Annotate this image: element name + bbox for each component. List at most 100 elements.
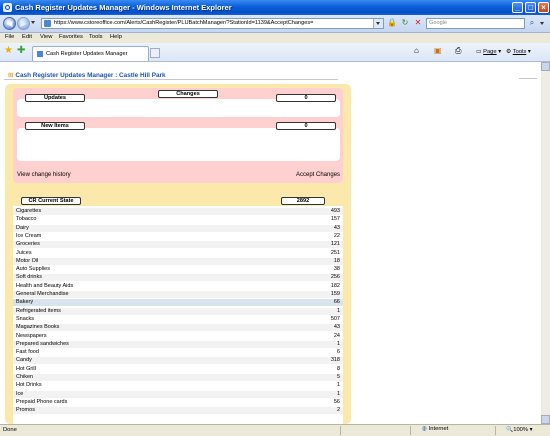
lock-icon[interactable]: 🔒 <box>387 18 397 28</box>
category-name: Cigarettes <box>16 208 42 214</box>
category-row: Groceries 121 <box>13 241 343 249</box>
category-row: Refrigerated items 1 <box>13 307 343 315</box>
search-options-icon[interactable] <box>540 22 544 25</box>
category-count: 38 <box>333 266 340 273</box>
category-name: Fast food <box>16 349 39 356</box>
home-icon[interactable]: ⌂ <box>414 46 419 55</box>
close-window-button[interactable]: × <box>538 2 549 13</box>
category-count: 43 <box>333 224 340 231</box>
search-icon[interactable]: ⌕ <box>527 18 537 28</box>
category-row: Dairy 43 <box>13 224 343 232</box>
category-name: Hot Grill <box>16 365 36 372</box>
maximize-button[interactable]: □ <box>525 2 536 13</box>
page-menu[interactable]: ▭ Page ▾ <box>476 49 501 55</box>
category-name: Ice <box>16 390 24 397</box>
category-row: Snacks 507 <box>13 316 343 323</box>
favorites-star-icon[interactable]: ★ <box>4 46 13 56</box>
security-zone[interactable]: ◍ Internet <box>422 426 448 432</box>
category-name: Chiken <box>16 374 34 380</box>
minimize-button[interactable]: _ <box>512 2 523 13</box>
status-divider <box>410 426 411 435</box>
add-favorite-icon[interactable]: ✚ <box>17 46 25 56</box>
menu-edit[interactable]: Edit <box>22 34 32 40</box>
category-count: 256 <box>330 274 340 281</box>
zoom-control[interactable]: 🔍100% ▾ <box>506 427 533 433</box>
menu-view[interactable]: View <box>40 34 52 40</box>
window-title-bar: Cash Register Updates Manager - Windows … <box>0 0 550 15</box>
title-bullet-icon: ⊞ <box>8 72 14 79</box>
category-row: Magazines Books 43 <box>13 324 343 332</box>
page-menu-label: Page <box>483 49 497 55</box>
menu-bar: File Edit View Favorites Tools Help <box>0 33 550 43</box>
category-row: Auto Supplies 38 <box>13 266 343 273</box>
tab-cash-register[interactable]: Cash Register Updates Manager <box>32 46 149 61</box>
category-name: Ice Cream <box>16 232 42 239</box>
menu-help[interactable]: Help <box>110 34 122 40</box>
category-row: Chiken 5 <box>13 374 343 381</box>
menu-favorites[interactable]: Favorites <box>59 34 83 40</box>
history-dropdown-icon[interactable] <box>31 21 35 24</box>
category-row: Candy 318 <box>13 357 343 365</box>
category-name: Bakery <box>16 299 34 306</box>
address-url[interactable]: https://www.cstoreoffice.com/Alerts/Cash… <box>54 20 364 26</box>
title-divider-right <box>519 78 537 79</box>
category-name: Juices <box>16 249 32 256</box>
back-button[interactable]: ◀ <box>3 17 16 30</box>
updates-count: 0 <box>276 94 336 102</box>
category-count: 157 <box>330 216 340 223</box>
feeds-icon[interactable]: ▣ <box>434 46 442 55</box>
address-bar[interactable]: https://www.cstoreoffice.com/Alerts/Cash… <box>41 18 384 29</box>
globe-icon: ◍ <box>422 426 428 432</box>
search-input[interactable]: Google <box>426 18 525 29</box>
category-row: Prepaid Phone cards 56 <box>13 399 343 406</box>
category-name: Health and Beauty Aids <box>16 282 74 289</box>
current-state-panel: CR Current State 2892 Cigarettes 493 Tobac… <box>13 196 343 424</box>
status-divider <box>340 426 341 435</box>
status-text: Done <box>3 427 17 433</box>
view-history-link[interactable]: View change history <box>17 172 71 178</box>
scroll-up-icon[interactable] <box>541 62 550 71</box>
page-title: ⊞ Cash Register Updates Manager : Castle … <box>8 71 166 79</box>
category-count: 2 <box>336 407 340 414</box>
vertical-scrollbar[interactable] <box>541 62 550 424</box>
category-count: 1 <box>336 307 340 314</box>
category-name: Dairy <box>16 224 29 231</box>
changes-panel: Changes Updates 0 New Items 0 View chang… <box>13 88 343 183</box>
category-name: Tobacco <box>16 216 37 223</box>
tab-label: Cash Register Updates Manager <box>46 51 128 57</box>
category-row: Prepared sandwiches 1 <box>13 340 343 348</box>
category-count: 121 <box>330 241 340 248</box>
accept-changes-link[interactable]: Accept Changes <box>296 172 340 178</box>
category-count: 251 <box>330 249 340 256</box>
category-name: Snacks <box>16 315 35 322</box>
category-count: 493 <box>330 208 340 214</box>
category-count: 66 <box>333 299 340 306</box>
category-count: 56 <box>333 398 340 405</box>
title-divider <box>4 79 338 80</box>
menu-file[interactable]: File <box>5 34 14 40</box>
menu-tools[interactable]: Tools <box>89 34 103 40</box>
category-row: Hot Grill 8 <box>13 366 343 373</box>
print-icon[interactable]: ⎙ <box>455 46 461 56</box>
category-row: Ice Cream 22 <box>13 233 343 240</box>
category-name: Groceries <box>16 241 40 248</box>
new-tab-button[interactable] <box>150 48 160 58</box>
category-row: Juices 251 <box>13 250 343 257</box>
forward-button[interactable]: ▶ <box>17 17 30 30</box>
category-count: 182 <box>330 282 340 289</box>
category-name: General Merchandise <box>16 291 69 297</box>
stop-icon[interactable]: ✕ <box>413 18 423 28</box>
category-row: Fast food 6 <box>13 349 343 356</box>
category-count: 1 <box>336 340 340 347</box>
tools-menu[interactable]: ⚙ Tools ▾ <box>506 49 531 55</box>
category-name: Auto Supplies <box>16 266 50 273</box>
address-dropdown-icon[interactable] <box>373 19 383 28</box>
scroll-down-icon[interactable] <box>541 415 550 424</box>
current-state-label: CR Current State <box>21 197 81 205</box>
category-row: Ice 1 <box>13 390 343 398</box>
category-row: Health and Beauty Aids 182 <box>13 283 343 290</box>
category-row: Bakery 66 <box>13 299 343 307</box>
refresh-icon[interactable]: ↻ <box>400 18 410 28</box>
category-count: 507 <box>330 315 340 322</box>
category-count: 24 <box>333 332 340 339</box>
